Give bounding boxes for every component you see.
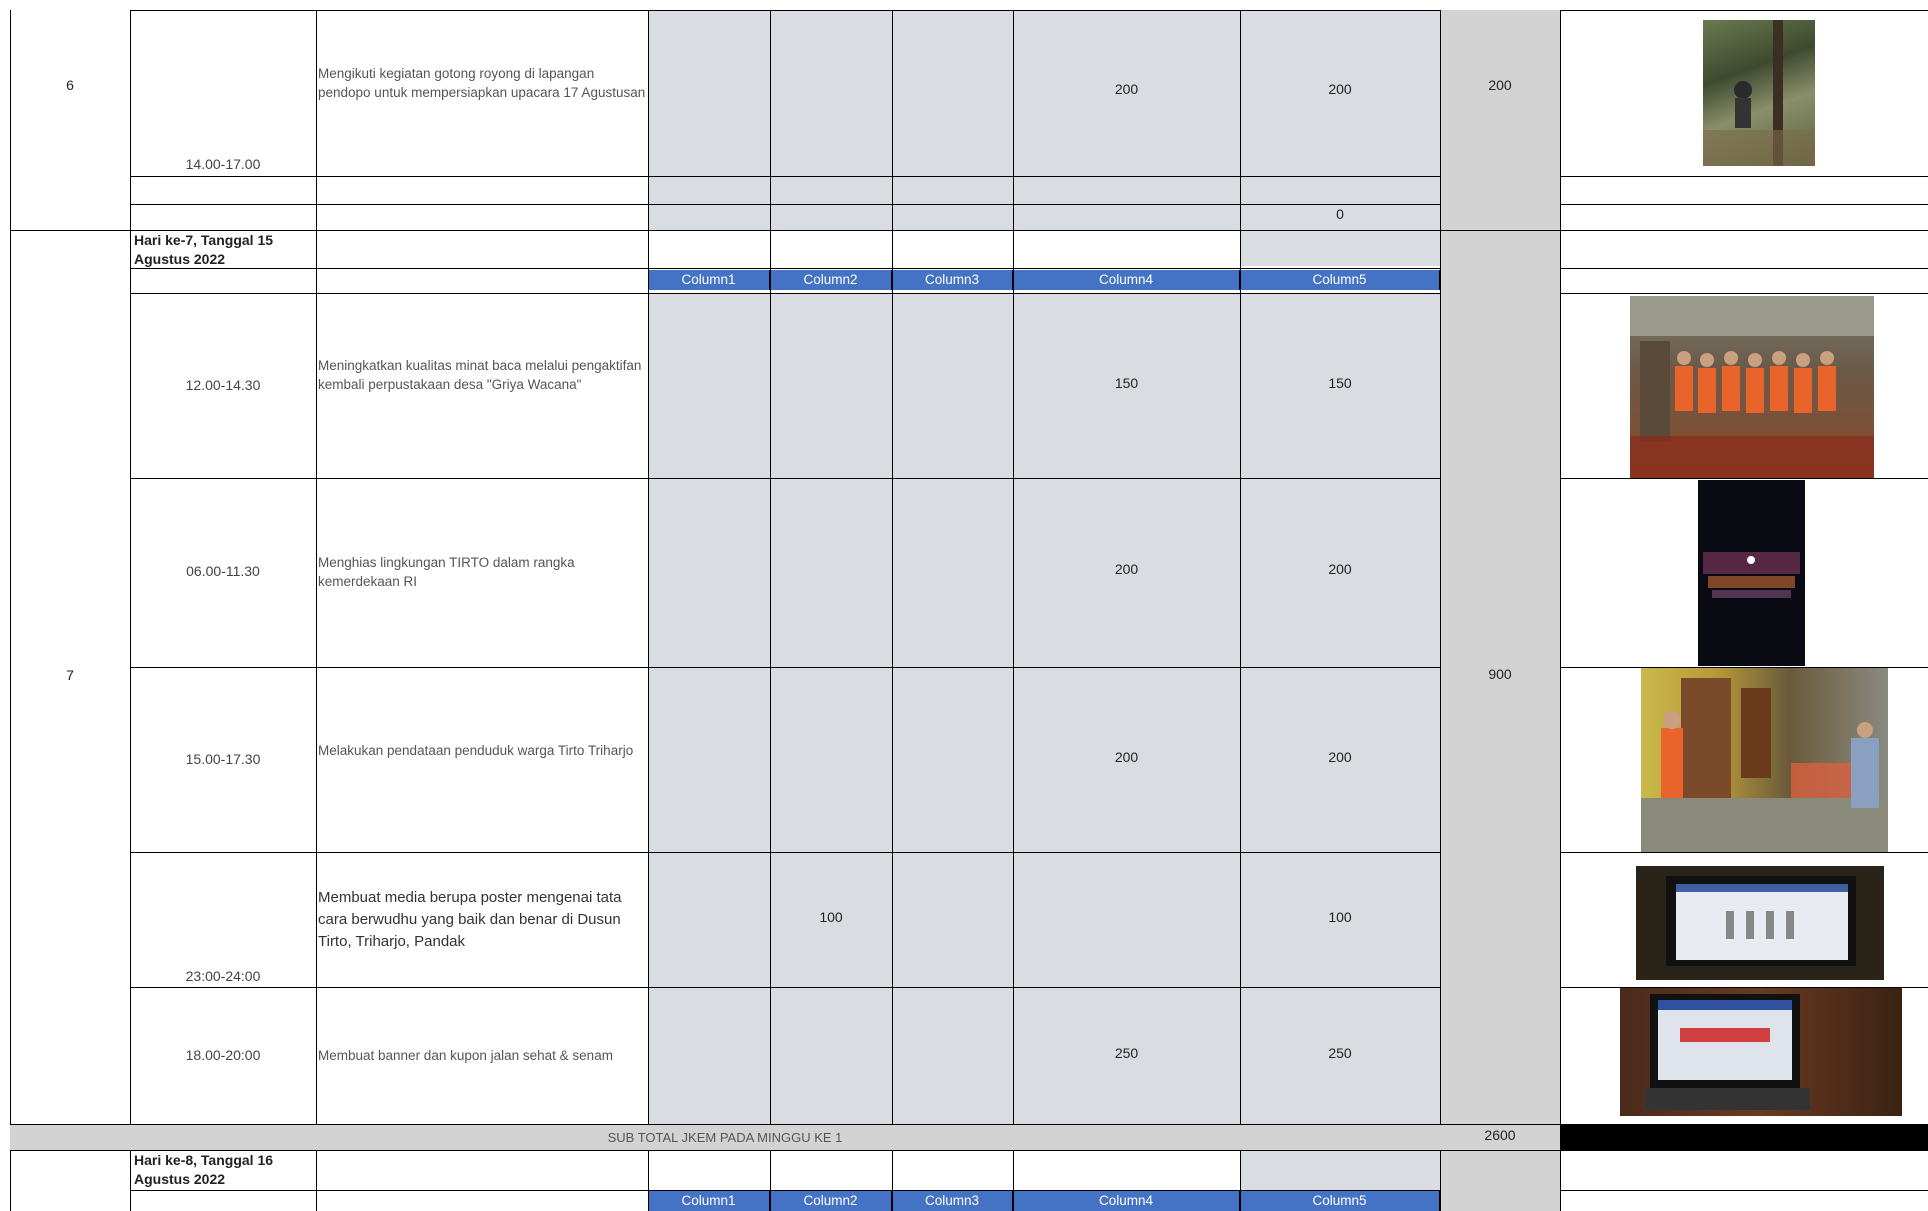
- subtotal-value: 2600: [1484, 1127, 1516, 1143]
- time-cell: 14.00-17.00: [185, 156, 261, 172]
- activity-description: Membuat media berupa poster mengenai tat…: [318, 889, 622, 950]
- time-cell: 06.00-11.30: [186, 563, 260, 579]
- activity-description: Melakukan pendataan penduduk warga Tirto…: [318, 743, 634, 758]
- col4-value: 200: [1114, 81, 1139, 97]
- header-column1: Column1: [648, 270, 770, 290]
- col5-zero-value: 0: [1336, 206, 1344, 222]
- header-column5: Column5: [1240, 270, 1440, 290]
- col4-value: 150: [1114, 375, 1139, 391]
- photo-pendataan: [1641, 668, 1888, 852]
- col5-value: 200: [1328, 749, 1352, 765]
- header-column3: Column3: [892, 270, 1013, 290]
- col4-value: 250: [1114, 1045, 1139, 1061]
- jkem-total: 200: [1488, 77, 1512, 93]
- header-column5: Column5: [1240, 1191, 1440, 1211]
- header-column1: Column1: [648, 1191, 770, 1211]
- header-column2: Column2: [770, 270, 892, 290]
- header-column3: Column3: [892, 1191, 1013, 1211]
- total-column-day8: [1440, 1150, 1560, 1211]
- gray-cell-day8-col5: [1240, 1150, 1440, 1190]
- header-column4: Column4: [1013, 1191, 1240, 1211]
- photo-perpustakaan: [1630, 296, 1874, 478]
- subtotal-black-cell: [1560, 1124, 1928, 1150]
- photo-banner-kupon: [1620, 988, 1902, 1116]
- col4-value: 200: [1114, 561, 1139, 577]
- day-label: Hari ke-8, Tanggal 16 Agustus 2022: [134, 1152, 274, 1187]
- activity-description: Meningkatkan kualitas minat baca melalui…: [318, 358, 642, 392]
- activity-description: Membuat banner dan kupon jalan sehat & s…: [318, 1048, 613, 1063]
- time-cell: 12.00-14.30: [185, 377, 261, 393]
- header-column2: Column2: [770, 1191, 892, 1211]
- photo-gotong-royong: [1703, 20, 1815, 166]
- col5-value: 100: [1328, 909, 1352, 925]
- col5-value: 250: [1328, 1045, 1352, 1061]
- col5-value: 200: [1328, 561, 1352, 577]
- gray-block-r6: [648, 10, 1440, 230]
- header-column4: Column4: [1013, 270, 1240, 290]
- row-number: 6: [66, 77, 74, 93]
- subtotal-label: SUB TOTAL JKEM PADA MINGGU KE 1: [607, 1130, 843, 1145]
- day-label: Hari ke-7, Tanggal 15 Agustus 2022: [134, 232, 274, 267]
- row-number: 7: [66, 667, 74, 683]
- time-cell: 23:00-24:00: [185, 968, 261, 984]
- col5-value: 150: [1328, 375, 1352, 391]
- col2-value: 100: [819, 909, 843, 925]
- jkem-total: 900: [1488, 666, 1512, 682]
- time-cell: 18.00-20:00: [185, 1047, 261, 1063]
- gray-cell-day7-col5: [1240, 230, 1440, 266]
- time-cell: 15.00-17.30: [185, 751, 261, 767]
- gray-block-day7: [648, 294, 1440, 1124]
- activity-description: Mengikuti kegiatan gotong royong di lapa…: [318, 66, 646, 100]
- total-column: [1440, 10, 1560, 1124]
- activity-description: Menghias lingkungan TIRTO dalam rangka k…: [318, 555, 575, 589]
- col5-value: 200: [1328, 81, 1352, 97]
- col4-value: 200: [1114, 749, 1139, 765]
- photo-hias-lingkungan: [1698, 480, 1805, 666]
- photo-poster-wudhu: [1636, 866, 1884, 980]
